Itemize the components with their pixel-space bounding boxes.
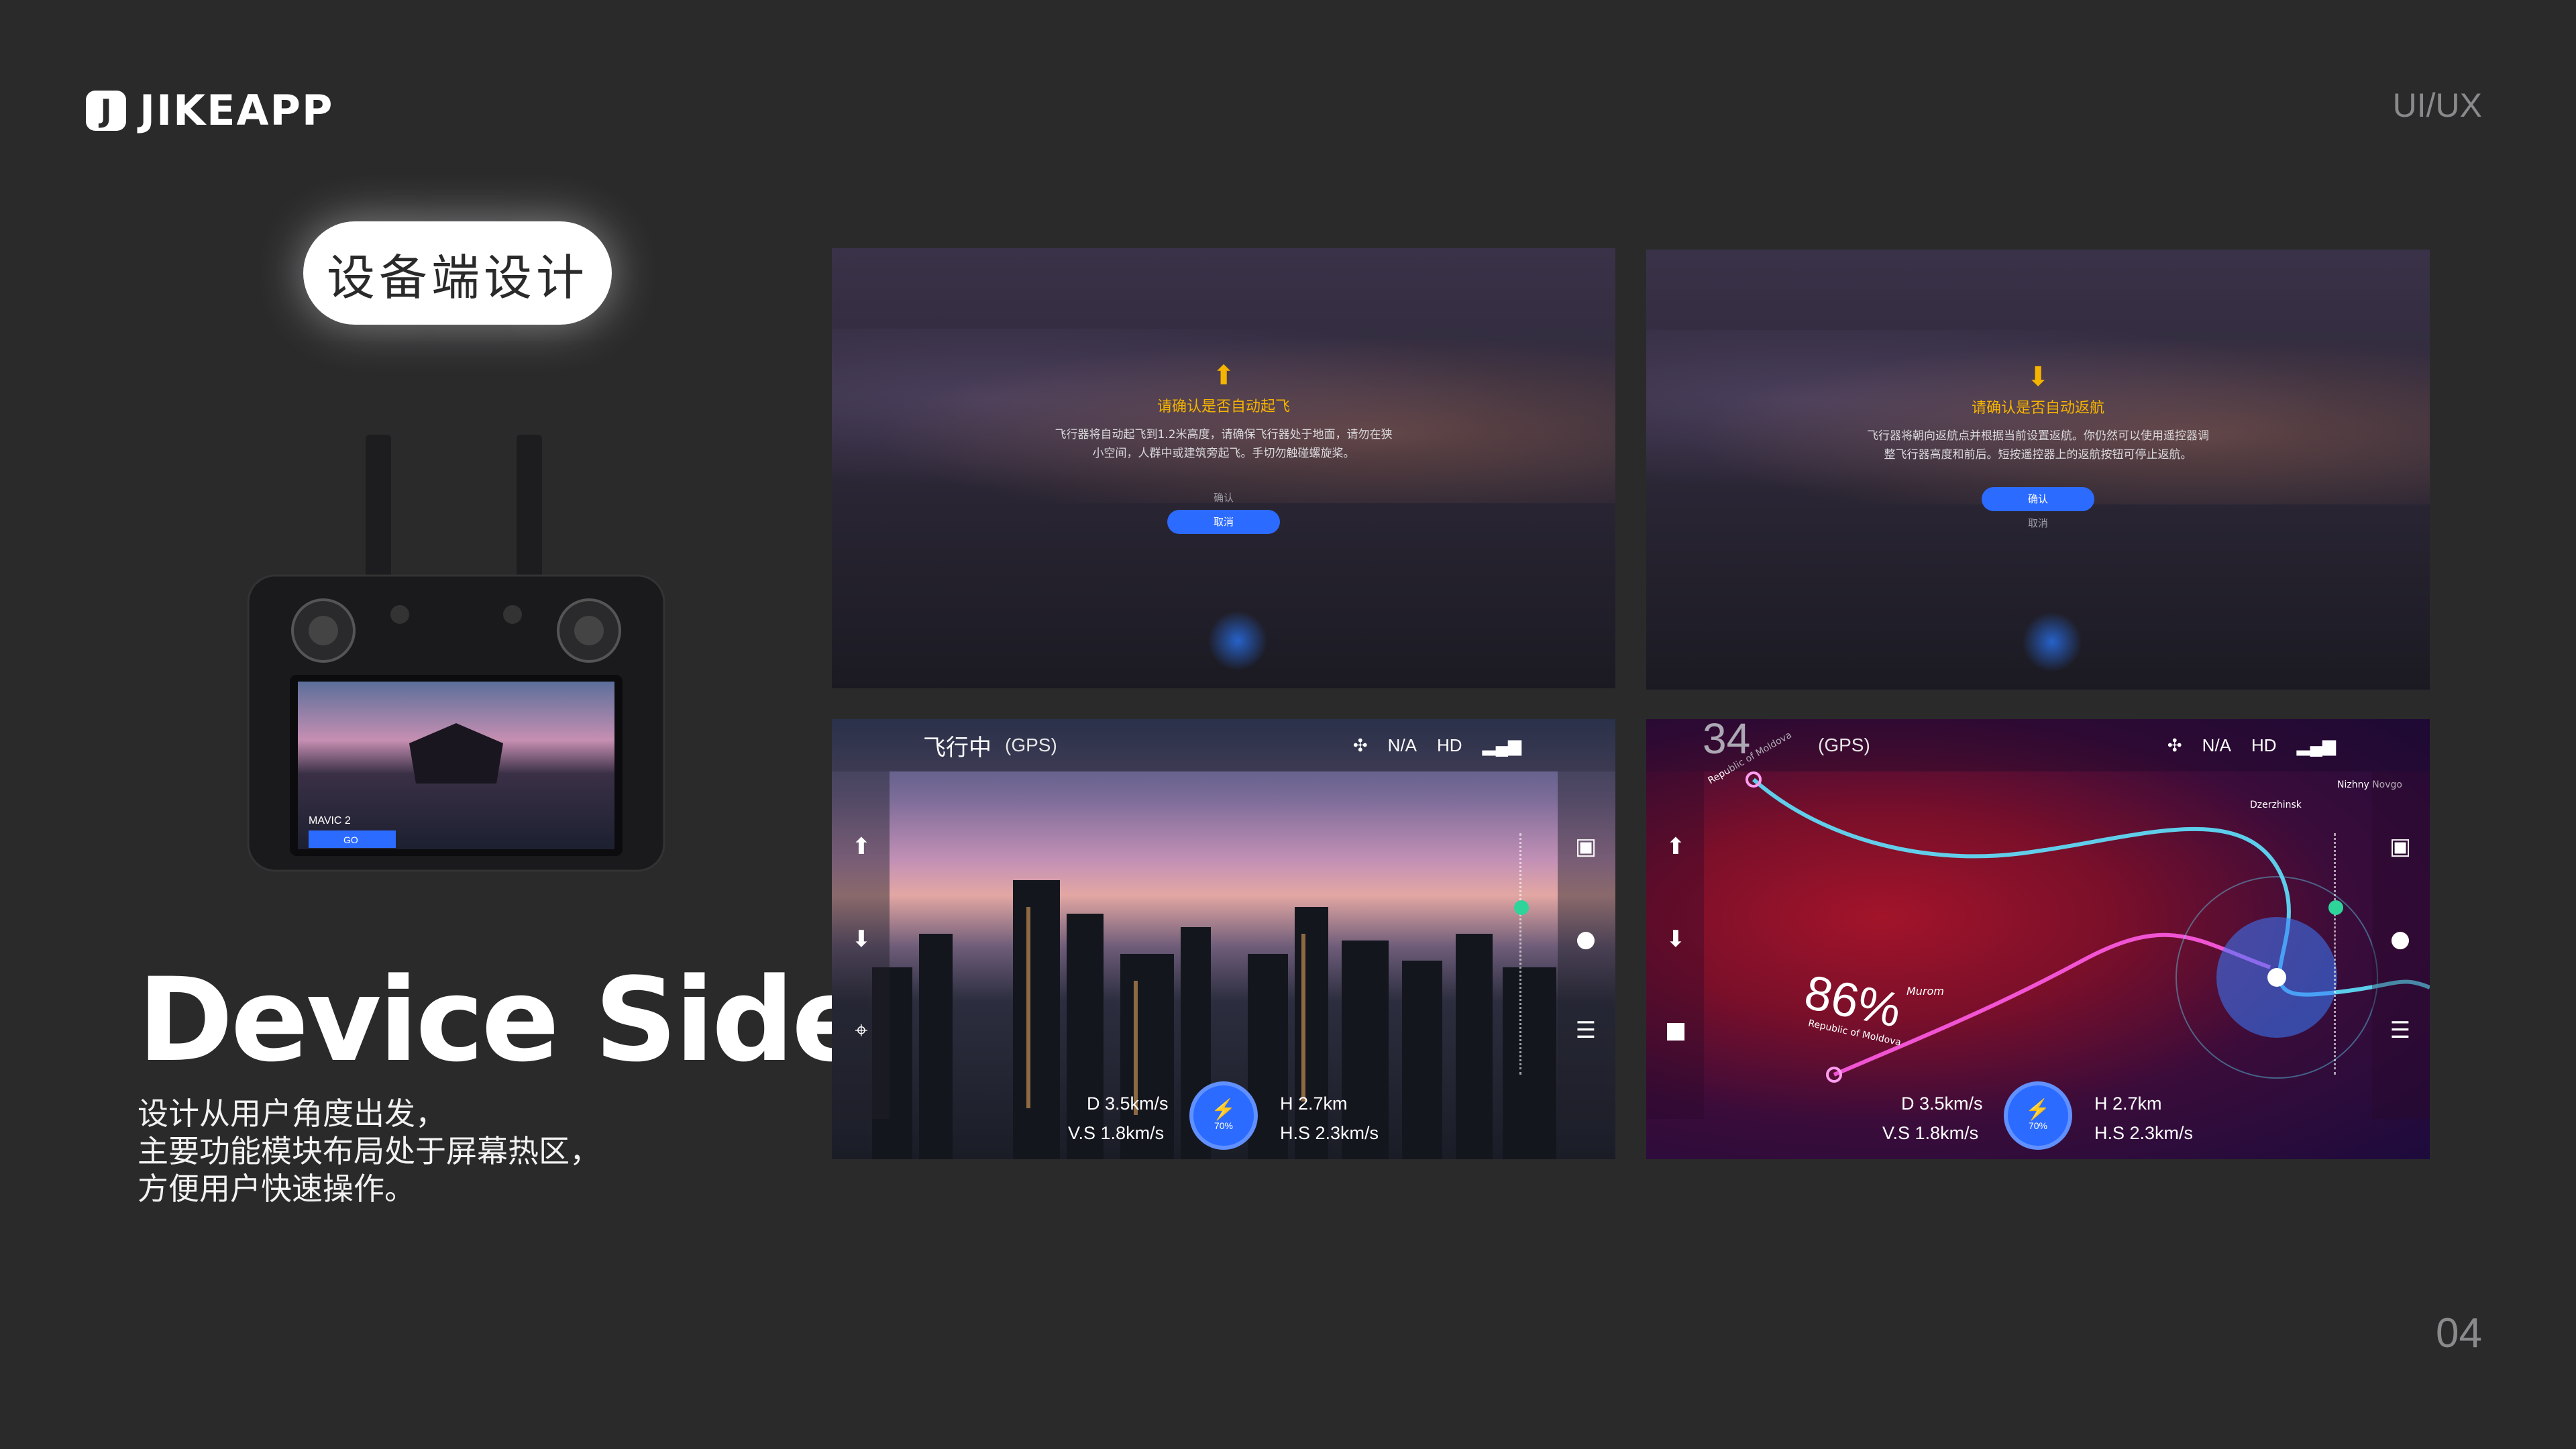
map-place-murom: Murom [1907,985,1944,998]
map-telemetry-hspeed: H.S 2.3km/s [2094,1123,2194,1143]
return-confirm-screen: ⬇ 请确认是否自动返航 飞行器将朝向返航点并根据当前设置返航。你仍然可以使用遥控… [1646,250,2430,690]
takeoff-confirm-button[interactable]: 确认 [832,486,1615,510]
altitude-indicator [1514,900,1529,915]
map-battery-indicator[interactable]: ⚡ 70% [2004,1081,2072,1150]
description-line-1: 设计从用户角度出发， [138,1095,446,1132]
telemetry-distance: D 3.5km/s [1087,1093,1169,1114]
return-dialog-title: 请确认是否自动返航 [1971,400,2104,417]
map-altitude-scale [2328,833,2343,1075]
takeoff-cancel-button[interactable]: 取消 [1167,510,1280,534]
return-confirm-button[interactable]: 确认 [1982,487,2094,511]
map-battery-percent: 70% [2028,1120,2048,1131]
map-telemetry-vspeed: V.S 1.8km/s [1882,1123,1979,1143]
flight-status: 飞行中 [923,735,991,761]
map-altitude-indicator [2328,900,2343,915]
device-screen-model: MAVIC 2 [309,815,351,826]
video-icon[interactable]: ■ [1656,1010,1696,1051]
record-icon[interactable]: ● [1566,919,1606,959]
device-screen-go: GO [343,835,358,845]
hud-status-bar: 飞行中 (GPS) ✣ N/A HD ▂▄▆ [832,719,1615,771]
brand-logo: J JIKEAPP [86,86,333,135]
return-dialog-body: 飞行器将朝向返航点并根据当前设置返航。你仍然可以使用遥控器调整飞行器高度和前后。… [1867,429,2209,462]
flight-hud-screen: 飞行中 (GPS) ✣ N/A HD ▂▄▆ ⬆ ⬇ ⌖ ▣ ● ☰ D 3.5… [832,719,1615,1159]
camera-icon[interactable]: ▣ [1566,826,1606,867]
battery-indicator[interactable]: ⚡ 70% [1189,1081,1258,1150]
map-takeoff-icon[interactable]: ⬆ [1656,826,1696,867]
map-hd-label: HD [2251,735,2277,755]
map-signal-icon: ▂▄▆ [2296,735,2336,755]
map-settings-icon[interactable]: ☰ [2380,1010,2420,1051]
map-hud-screen: 34 Republic of Moldova 86% Republic of M… [1646,719,2430,1159]
battery-icon: ⚡ [1211,1099,1236,1121]
altitude-scale [1514,833,1529,1075]
map-gps-label: (GPS) [1818,735,1870,755]
battery-percent: 70% [1214,1120,1234,1131]
settings-icon[interactable]: ☰ [1566,1010,1606,1051]
logo-text: JIKEAPP [140,86,334,135]
description-line-3: 方便用户快速操作。 [138,1171,415,1207]
return-dialog: ⬇ 请确认是否自动返航 飞行器将朝向返航点并根据当前设置返航。你仍然可以使用遥控… [1646,364,2430,535]
takeoff-confirm-screen: ⬆ 请确认是否自动起飞 飞行器将自动起飞到1.2米高度，请确保飞行器处于地面，请… [832,248,1615,688]
page-number: 04 [2436,1310,2482,1356]
location-icon[interactable]: ⌖ [841,1010,881,1051]
telemetry-vspeed: V.S 1.8km/s [1068,1123,1165,1143]
map-battery-icon: ⚡ [2025,1099,2051,1121]
map-telemetry-bar: D 3.5km/s V.S 1.8km/s H 2.7km H.S 2.3km/… [1646,1081,2430,1159]
gps-label: (GPS) [1005,735,1057,755]
map-landing-icon[interactable]: ⬇ [1656,919,1696,959]
description-line-2: 主要功能模块布局处于屏幕热区， [138,1133,600,1169]
map-record-icon[interactable]: ● [2380,919,2420,959]
drone-signal: N/A [1387,735,1417,755]
map-place-dzerzhinsk: Dzerzhinsk [2250,800,2302,810]
landing-icon[interactable]: ⬇ [841,919,881,959]
logo-mark: J [86,90,126,131]
map-status-bar: (GPS) ✣ N/A HD ▂▄▆ [1646,719,2430,771]
takeoff-dialog: ⬆ 请确认是否自动起飞 飞行器将自动起飞到1.2米高度，请确保飞行器处于地面，请… [832,362,1615,534]
signal-icon: ▂▄▆ [1482,735,1521,755]
telemetry-height: H 2.7km [1280,1093,1348,1114]
return-arrow-icon: ⬇ [2027,362,2049,392]
telemetry-bar: D 3.5km/s V.S 1.8km/s H 2.7km H.S 2.3km/… [832,1081,1615,1159]
remote-controller-image: MAVIC 2 GO [247,435,665,872]
telemetry-hspeed: H.S 2.3km/s [1280,1123,1379,1143]
takeoff-arrow-icon: ⬆ [1212,360,1235,391]
map-telemetry-distance: D 3.5km/s [1901,1093,1983,1114]
hd-label: HD [1437,735,1462,755]
takeoff-icon[interactable]: ⬆ [841,826,881,867]
return-cancel-button[interactable]: 取消 [1646,511,2430,535]
page-heading: Device Side [138,953,870,1087]
map-drone-icon: ✣ [2167,735,2182,755]
drone-icon: ✣ [1352,735,1368,755]
section-tag: UI/UX [2392,87,2482,124]
map-camera-icon[interactable]: ▣ [2380,826,2420,867]
map-drone-signal: N/A [2202,735,2232,755]
takeoff-dialog-body: 飞行器将自动起飞到1.2米高度，请确保飞行器处于地面，请勿在狭小空间，人群中或建… [1055,428,1393,460]
section-pill: 设备端设计 [303,221,612,325]
map-telemetry-height: H 2.7km [2094,1093,2162,1114]
takeoff-dialog-title: 请确认是否自动起飞 [1157,398,1290,415]
